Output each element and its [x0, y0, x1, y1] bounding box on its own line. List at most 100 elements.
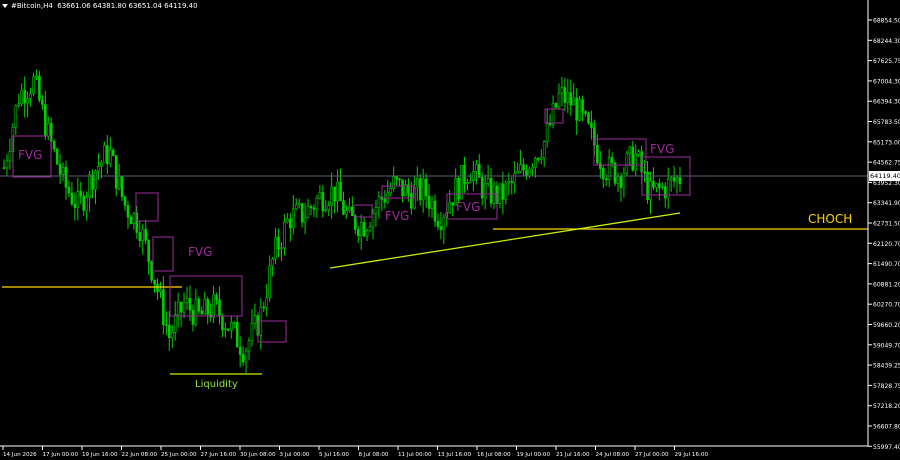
price-tick-label: 56607.80 [873, 424, 900, 431]
candle-body [309, 206, 313, 209]
candle-body [247, 340, 251, 352]
candle-body [111, 149, 115, 156]
candle-body [480, 177, 484, 199]
price-tick-label: 57828.75 [873, 383, 900, 390]
candle-body [173, 314, 177, 333]
candle-body [238, 346, 242, 355]
candle-body [442, 217, 446, 231]
candle-body [46, 123, 50, 137]
dropdown-triangle-icon[interactable] [2, 4, 8, 8]
time-tick-label: 22 Jun 08:00 [122, 452, 158, 458]
candle-body [395, 176, 398, 180]
fvg-box-6[interactable] [353, 204, 373, 218]
candle-body [398, 178, 401, 181]
candle-body [185, 298, 189, 303]
candle-body [678, 177, 682, 185]
candle-body [265, 297, 269, 308]
candle-body [212, 294, 215, 318]
fvg-label-2: FVG [188, 245, 213, 259]
candle-body [41, 99, 44, 105]
time-axis[interactable]: 14 Jun 2026 17 Jun 00:00 19 Jun 16:00 22 Ju… [2, 446, 708, 458]
candle-body [486, 178, 490, 184]
candle-body [176, 301, 180, 316]
candle-body [548, 123, 552, 125]
candle-body [79, 191, 83, 197]
candle-body [451, 202, 454, 206]
candle-body [483, 182, 487, 199]
fvg-box-5[interactable] [257, 320, 287, 343]
candle-body [489, 178, 493, 204]
candle-body [132, 212, 136, 225]
candle-body [147, 240, 150, 262]
candle-body [224, 328, 227, 331]
candle-body [477, 164, 481, 178]
candle-body [427, 195, 431, 209]
candle-body [215, 294, 218, 301]
time-tick-label: 24 Jul 08:00 [596, 452, 630, 458]
candle-body [501, 183, 505, 200]
candle-body [250, 322, 254, 342]
candle-body [339, 181, 342, 201]
price-tick-label: 61490.70 [873, 261, 900, 268]
price-tick-label: 62731.50 [873, 221, 900, 228]
candle-body [625, 153, 629, 174]
candle-body [342, 200, 345, 215]
candle-body [513, 173, 516, 183]
candle-body [97, 166, 100, 172]
candle-body [581, 99, 584, 112]
time-tick-label: 19 Jul 00:00 [517, 452, 551, 458]
candle-body [44, 104, 47, 137]
current-price-tag: 64119.40 [869, 171, 900, 181]
candle-body [498, 183, 502, 204]
time-tick-label: 3 Jul 00:00 [280, 452, 310, 458]
price-tick-label: 59049.70 [873, 342, 900, 349]
candle-body [545, 123, 549, 142]
candle-body [649, 180, 652, 200]
candle-body [55, 148, 59, 165]
candle-body [306, 206, 310, 219]
candle-body [182, 301, 186, 313]
candle-body [525, 169, 528, 177]
choch-label: CHOCH [808, 212, 853, 226]
candle-body [368, 226, 372, 231]
candle-body [365, 230, 369, 237]
candle-body [117, 176, 121, 189]
candle-body [507, 181, 511, 184]
candle-body [675, 177, 679, 182]
candle-body [29, 93, 32, 99]
candle-body [61, 167, 65, 175]
candle-body [280, 247, 283, 250]
candle-body [560, 87, 564, 94]
time-tick-label: 8 Jul 08:00 [359, 452, 389, 458]
candle-body [64, 167, 68, 188]
fvg-box-2[interactable] [135, 192, 159, 222]
candle-body [672, 177, 676, 182]
candle-body [67, 186, 71, 194]
candle-body [613, 162, 617, 184]
candle-body [2, 167, 6, 169]
candle-body [542, 141, 546, 159]
price-tick-label: 60270.70 [873, 302, 900, 309]
candle-body [165, 324, 168, 327]
candle-body [197, 298, 201, 312]
candle-body [230, 322, 233, 331]
candle-body [297, 203, 301, 206]
fvg-box-3[interactable] [152, 236, 174, 272]
candle-body [218, 299, 221, 317]
candle-body [631, 146, 635, 171]
price-tick-label: 58439.25 [873, 363, 900, 370]
ascending-trendline[interactable] [329, 212, 681, 269]
candle-body [418, 178, 422, 201]
candle-body [596, 144, 599, 164]
time-tick-label: 21 Jul 16:00 [556, 452, 590, 458]
price-axis[interactable]: 68854.50 68244.30 67625.75 67004.30 66394.30… [868, 18, 900, 451]
candle-body [362, 221, 366, 237]
candle-body [333, 186, 336, 202]
candle-body [150, 261, 153, 281]
candle-body [415, 178, 419, 188]
candle-body [572, 97, 576, 106]
candle-body [32, 76, 35, 95]
candle-body [528, 168, 531, 177]
chart-canvas[interactable]: 68854.50 68244.30 67625.75 67004.30 66394.30… [0, 0, 900, 460]
candle-body [94, 170, 97, 190]
